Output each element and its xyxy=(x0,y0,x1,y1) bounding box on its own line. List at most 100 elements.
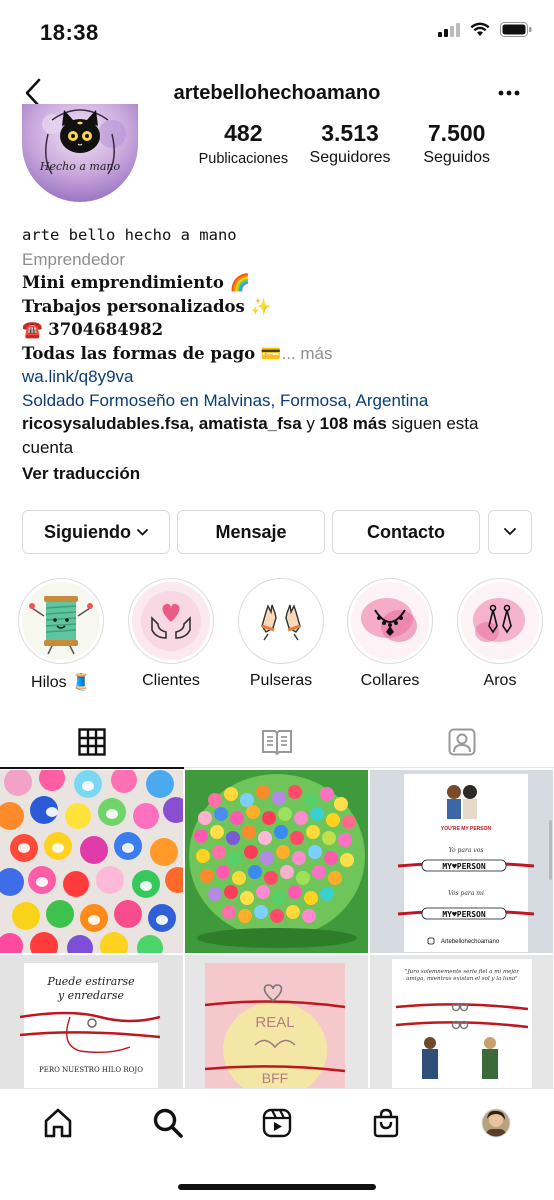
card-handle: Artebellohechoamano xyxy=(441,939,500,945)
followed-by-joiner: y xyxy=(301,414,320,433)
reels-icon xyxy=(262,1108,292,1138)
contact-button[interactable]: Contacto xyxy=(332,510,480,554)
highlight-hilos[interactable]: Hilos 🧵 xyxy=(18,578,104,692)
story-highlights: Hilos 🧵 Clientes Pulseras Collares Aros xyxy=(0,578,554,691)
bio-location-link[interactable]: Soldado Formoseño en Malvinas, Formosa, … xyxy=(22,389,532,413)
avatar-cat-logo: Hecho a mano xyxy=(22,104,138,202)
home-icon xyxy=(44,1108,72,1138)
profile-tabs xyxy=(0,716,554,769)
guide-icon xyxy=(262,730,292,756)
message-button[interactable]: Mensaje xyxy=(177,510,325,554)
highlight-clientes[interactable]: Clientes xyxy=(128,578,214,690)
bio-line-1: Mini emprendimiento 🌈 xyxy=(22,273,251,292)
post-thumbnail[interactable] xyxy=(185,770,368,953)
stat-followers-label: Seguidores xyxy=(309,149,391,166)
wifi-icon xyxy=(470,22,490,36)
scrollbar[interactable] xyxy=(549,820,552,880)
profile-stats: 482 Publicaciones 3.513 Seguidores 7.500… xyxy=(190,120,510,167)
chevron-down-icon xyxy=(504,528,516,536)
earrings-icon xyxy=(473,598,525,642)
post-thumbnail[interactable]: YOU'RE MY PERSON Yo para vos MY♥PERSON V… xyxy=(370,770,553,953)
card-beads-1: MY♥PERSON xyxy=(442,862,486,871)
profile-display-name: arte bello hecho a mano xyxy=(22,226,237,244)
status-bar: 18:38 xyxy=(0,0,554,66)
nav-profile[interactable] xyxy=(476,1105,516,1141)
highlight-pulseras[interactable]: Pulseras xyxy=(238,578,324,690)
card-beads-2: MY♥PERSON xyxy=(442,910,486,919)
following-button[interactable]: Siguiendo xyxy=(22,510,170,554)
highlight-label: Pulseras xyxy=(249,672,313,689)
bottom-navigation xyxy=(0,1088,554,1200)
bio-line-2: Trabajos personalizados ✨ xyxy=(22,296,272,316)
more-options-button[interactable] xyxy=(494,80,524,106)
stat-following-label: Seguidos xyxy=(423,149,491,166)
nav-home[interactable] xyxy=(38,1105,78,1141)
more-horizontal-icon xyxy=(498,90,520,96)
highlight-label: Hilos 🧵 xyxy=(31,674,91,691)
grid-icon xyxy=(78,728,106,756)
bio-line-4-row: Todas las formas de pago 💳... más xyxy=(22,342,532,366)
post-image-pony-beads xyxy=(185,770,368,953)
highlight-collares[interactable]: Collares xyxy=(347,578,433,690)
profile-username: artebellohechoamano xyxy=(173,82,381,104)
post-thumbnail[interactable]: "Juro solemnemente serle fiel a mi mejor… xyxy=(370,955,553,1088)
heart-hands-icon xyxy=(141,591,201,651)
bio-website-link[interactable]: wa.link/q8y9va xyxy=(22,365,532,389)
stat-posts-value: 482 xyxy=(224,120,263,146)
bio-line-3: ☎️ 3704684982 xyxy=(22,320,164,339)
card-hilo-line-2: y enredarse xyxy=(57,989,125,1002)
suggested-accounts-button[interactable] xyxy=(488,510,532,554)
post-thumbnail[interactable]: Puede estirarse y enredarse PERO NUESTRO… xyxy=(0,955,183,1088)
tagged-icon xyxy=(448,728,476,756)
stat-following-value: 7.500 xyxy=(427,120,486,146)
status-time: 18:38 xyxy=(40,20,99,45)
card-hilo-line-1: Puede estirarse xyxy=(46,975,135,988)
nav-shop[interactable] xyxy=(366,1105,406,1141)
post-thumbnail[interactable] xyxy=(0,770,183,953)
highlight-label: Clientes xyxy=(142,672,200,689)
profile-avatar xyxy=(481,1108,511,1138)
followed-by-names: ricosysaludables.fsa, amatista_fsa xyxy=(22,414,302,433)
see-translation-link[interactable]: Ver traducción xyxy=(22,462,532,486)
tab-active-indicator xyxy=(0,767,184,769)
bracelet-hands-icon xyxy=(261,604,301,641)
bio-more-link[interactable]: ... más xyxy=(281,344,332,363)
card-hilo-line-3: PERO NUESTRO HILO ROJO xyxy=(39,1066,143,1074)
profile-avatar[interactable]: Hecho a mano xyxy=(22,104,138,202)
tab-tagged[interactable] xyxy=(370,716,554,768)
post-image-hilo-rojo-card: Puede estirarse y enredarse PERO NUESTRO… xyxy=(0,955,183,1088)
avatar-caption: Hecho a mano xyxy=(39,160,121,173)
stat-posts[interactable]: 482 Publicaciones xyxy=(190,120,297,167)
necklace-icon xyxy=(361,598,417,642)
tab-guides[interactable] xyxy=(185,716,369,768)
search-icon xyxy=(153,1108,183,1138)
profile-bio: arte bello hecho a mano Emprendedor Mini… xyxy=(22,224,532,486)
highlight-label: Aros xyxy=(483,672,517,689)
following-button-label: Siguiendo xyxy=(44,521,131,542)
chevron-down-icon xyxy=(137,528,148,536)
home-indicator[interactable] xyxy=(178,1184,376,1190)
shop-icon xyxy=(373,1108,399,1138)
nav-reels[interactable] xyxy=(257,1105,297,1141)
battery-icon xyxy=(500,22,532,37)
followed-by-count: 108 más xyxy=(319,414,387,433)
tab-posts-grid[interactable] xyxy=(0,716,184,769)
followed-by[interactable]: ricosysaludables.fsa, amatista_fsa y 108… xyxy=(22,412,532,459)
status-icons xyxy=(438,22,532,37)
card-quote-text: "Juro solemnemente serle fiel a mi mejor… xyxy=(404,969,520,982)
post-image-quote-card: "Juro solemnemente serle fiel a mi mejor… xyxy=(370,955,553,1088)
post-thumbnail[interactable]: REAL BFF xyxy=(185,955,368,1088)
post-image-bff-card: REAL BFF xyxy=(185,955,368,1088)
stat-posts-label: Publicaciones xyxy=(198,151,289,167)
card-line-b: Vos para mi xyxy=(448,890,484,897)
nav-search[interactable] xyxy=(148,1105,188,1141)
bio-line-4: Todas las formas de pago 💳 xyxy=(22,343,282,363)
highlight-aros[interactable]: Aros xyxy=(457,578,543,690)
message-button-label: Mensaje xyxy=(215,521,287,542)
stat-following[interactable]: 7.500 Seguidos xyxy=(403,120,510,167)
card-title: YOU'RE MY PERSON xyxy=(441,826,492,832)
stat-followers[interactable]: 3.513 Seguidores xyxy=(297,120,404,167)
contact-button-label: Contacto xyxy=(367,521,445,542)
profile-actions: Siguiendo Mensaje Contacto xyxy=(22,510,532,554)
card-bff-bottom: BFF xyxy=(262,1070,288,1086)
